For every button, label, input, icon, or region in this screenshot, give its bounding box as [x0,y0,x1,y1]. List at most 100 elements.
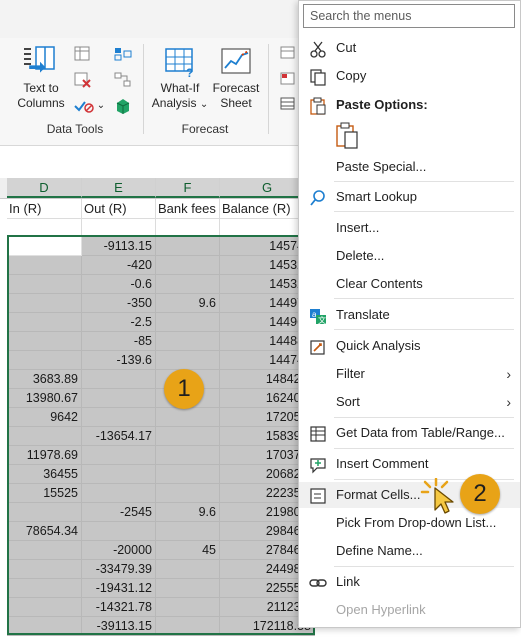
cell-d[interactable]: 9642 [7,408,82,427]
cell-d[interactable] [7,351,82,370]
header-cell-bank-fees[interactable]: Bank fees [156,199,220,219]
cell-f[interactable] [156,427,220,446]
cell-e[interactable] [82,389,156,408]
cell-f[interactable] [156,408,220,427]
column-header-f[interactable]: F [156,178,220,198]
cell-e[interactable]: -0.6 [82,275,156,294]
cell-d[interactable] [7,256,82,275]
cell-e[interactable] [82,522,156,541]
cell-e[interactable]: -14321.78 [82,598,156,617]
cell-f[interactable] [156,275,220,294]
what-if-analysis-icon[interactable]: ? [164,46,198,80]
cell-f[interactable] [156,465,220,484]
cell-d[interactable]: 15525 [7,484,82,503]
cell-f[interactable] [156,522,220,541]
cell-e[interactable] [82,408,156,427]
cell-d[interactable]: 11978.69 [7,446,82,465]
cell-e[interactable] [82,446,156,465]
menu-item-get-data[interactable]: Get Data from Table/Range... [299,420,520,446]
menu-item-cut[interactable]: Cut [299,35,520,61]
cell-f[interactable] [156,598,220,617]
cell-e[interactable]: -39113.15 [82,617,156,636]
cell-e[interactable]: -2.5 [82,313,156,332]
cell-e[interactable] [82,484,156,503]
blank-row[interactable] [82,218,156,238]
cell-d[interactable] [7,617,82,636]
cell-f[interactable] [156,446,220,465]
cell-e[interactable] [82,465,156,484]
cell-d[interactable] [7,427,82,446]
cell-f[interactable] [156,313,220,332]
cell-e[interactable]: -13654.17 [82,427,156,446]
header-cell-out[interactable]: Out (R) [82,199,156,219]
flash-fill-icon[interactable] [74,46,92,62]
menu-item-delete[interactable]: Delete... [299,243,520,269]
forecast-sheet-button[interactable]: Forecast Sheet [210,81,262,111]
cell-f[interactable] [156,484,220,503]
cell-e[interactable] [82,370,156,389]
menu-item-paste-special[interactable]: Paste Special... [299,154,520,180]
cell-f[interactable] [156,579,220,598]
paste-option-icon[interactable] [335,122,361,150]
data-validation-chevron[interactable]: ⌄ [96,98,106,113]
cell-d[interactable]: 36455 [7,465,82,484]
cell-d[interactable] [7,503,82,522]
header-cell-in[interactable]: In (R) [7,199,82,219]
cell-d[interactable] [7,579,82,598]
what-if-analysis-button[interactable]: What-If Analysis ⌄ [148,81,212,112]
cell-f[interactable]: 9.6 [156,503,220,522]
cell-d[interactable] [7,237,82,256]
text-to-columns-button[interactable]: Text to Columns [8,81,74,111]
cell-f[interactable]: 9.6 [156,294,220,313]
consolidate-icon[interactable] [114,46,132,62]
cell-f[interactable] [156,256,220,275]
menu-item-quick-analysis[interactable]: Quick Analysis [299,333,520,359]
data-validation-icon[interactable] [74,98,96,114]
menu-item-sort[interactable]: Sort › [299,389,520,415]
menu-item-copy[interactable]: Copy [299,63,520,89]
cell-e[interactable]: -420 [82,256,156,275]
search-menus-input[interactable]: Search the menus [303,4,515,28]
cell-e[interactable]: -85 [82,332,156,351]
cell-d[interactable] [7,275,82,294]
cell-d[interactable]: 3683.89 [7,370,82,389]
cell-e[interactable]: -350 [82,294,156,313]
cell-e[interactable]: -2545 [82,503,156,522]
relationships-icon[interactable] [114,72,132,88]
subtotal-icon[interactable] [280,97,296,111]
cell-e[interactable]: -139.6 [82,351,156,370]
cell-f[interactable] [156,560,220,579]
cell-d[interactable] [7,332,82,351]
menu-item-insert-comment[interactable]: Insert Comment [299,451,520,477]
cell-f[interactable]: 45 [156,541,220,560]
menu-item-clear-contents[interactable]: Clear Contents [299,271,520,297]
column-header-d[interactable]: D [7,178,82,198]
menu-item-smart-lookup[interactable]: Smart Lookup [299,184,520,210]
manage-data-model-icon[interactable] [114,97,132,115]
menu-item-open-hyperlink[interactable]: Open Hyperlink [299,597,520,623]
blank-row[interactable] [7,218,82,238]
column-header-e[interactable]: E [82,178,156,198]
menu-item-define-name[interactable]: Define Name... [299,538,520,564]
cell-e[interactable]: -20000 [82,541,156,560]
cell-d[interactable] [7,313,82,332]
cell-e[interactable]: -19431.12 [82,579,156,598]
cell-d[interactable]: 78654.34 [7,522,82,541]
group-icon[interactable] [280,46,296,60]
cell-f[interactable] [156,617,220,636]
text-to-columns-icon[interactable] [22,45,58,79]
cell-d[interactable]: 13980.67 [7,389,82,408]
cell-d[interactable] [7,560,82,579]
forecast-sheet-icon[interactable] [220,46,254,78]
cell-f[interactable] [156,351,220,370]
remove-duplicates-icon[interactable] [74,72,92,88]
cell-d[interactable] [7,598,82,617]
ungroup-icon[interactable] [280,72,296,86]
cell-f[interactable] [156,237,220,256]
cell-d[interactable] [7,294,82,313]
blank-row[interactable] [156,218,220,238]
cell-d[interactable] [7,541,82,560]
menu-item-link[interactable]: Link [299,569,520,595]
menu-item-filter[interactable]: Filter › [299,361,520,387]
menu-item-insert[interactable]: Insert... [299,215,520,241]
